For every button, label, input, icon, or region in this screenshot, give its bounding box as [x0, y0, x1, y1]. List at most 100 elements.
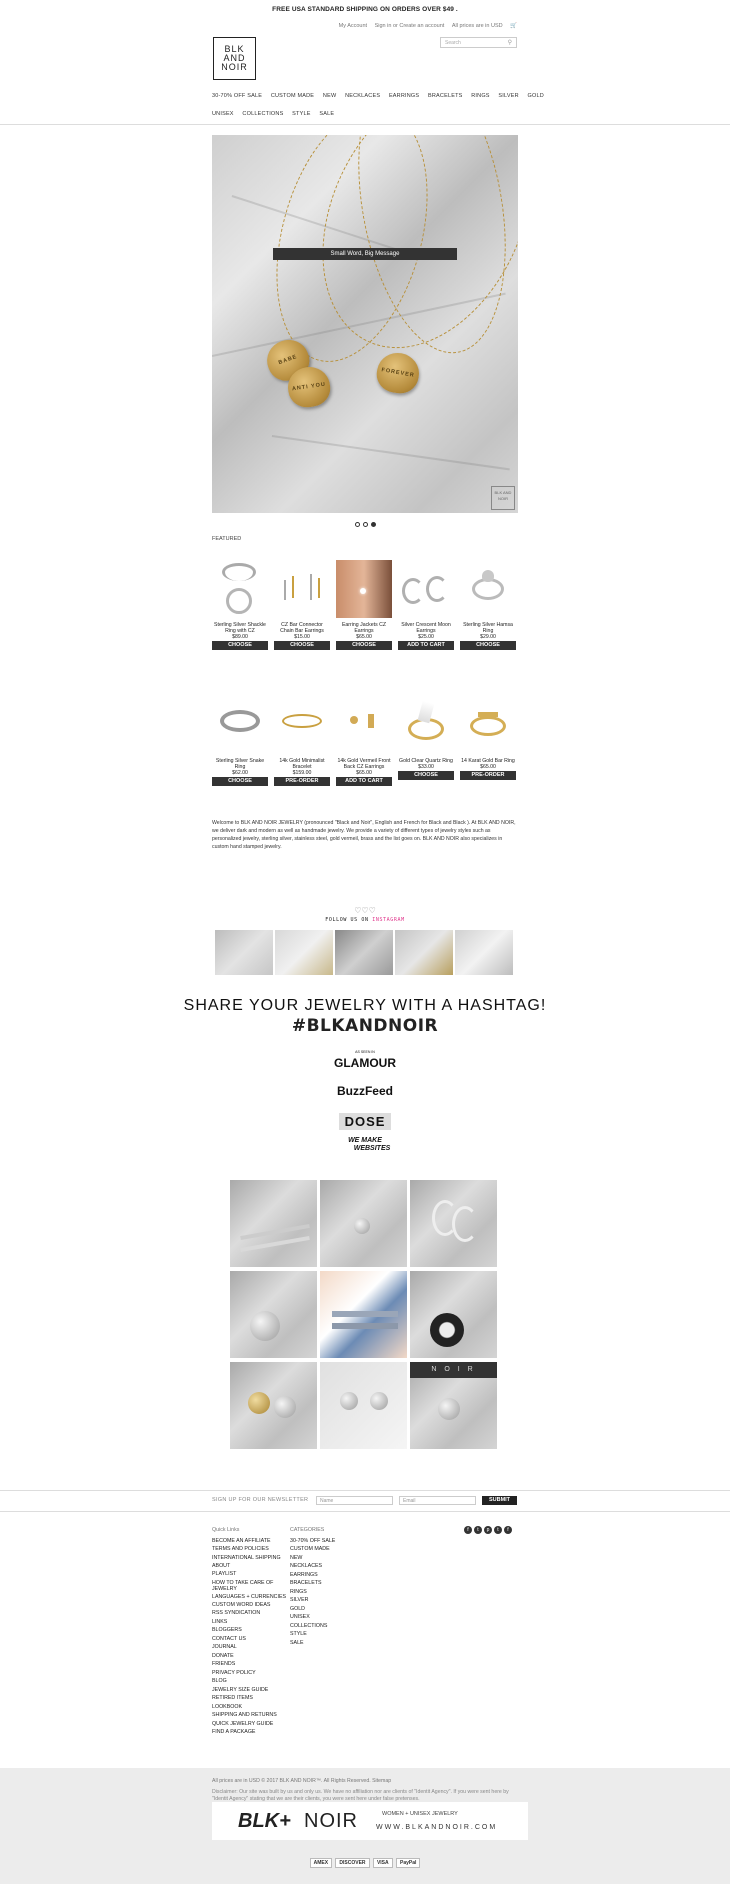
- gallery-photo[interactable]: N O I R: [410, 1362, 497, 1449]
- product-card[interactable]: 14k Gold Minimalist Bracelet $159.00 PRE…: [274, 696, 330, 786]
- my-account-link[interactable]: My Account: [339, 23, 367, 29]
- site-logo[interactable]: BLK AND NOIR: [213, 37, 256, 80]
- product-image[interactable]: [212, 560, 268, 618]
- product-card[interactable]: Gold Clear Quartz Ring $33.00 CHOOSE: [398, 696, 454, 780]
- newsletter-email-input[interactable]: Email: [399, 1496, 476, 1505]
- product-name[interactable]: CZ Bar Connector Chain Bar Earrings: [274, 622, 330, 634]
- product-image[interactable]: [274, 696, 330, 754]
- nav-item[interactable]: SALE: [319, 111, 334, 117]
- choose-button[interactable]: CHOOSE: [212, 641, 268, 650]
- footer-link[interactable]: HOW TO TAKE CARE OF JEWELRY: [212, 1579, 287, 1593]
- footer-category-link[interactable]: EARRINGS: [290, 1571, 360, 1580]
- product-name[interactable]: Sterling Silver Shackle Ring with CZ: [212, 622, 268, 634]
- nav-item[interactable]: 30-70% OFF SALE: [212, 93, 262, 99]
- instagram-photo[interactable]: [395, 930, 453, 975]
- product-image[interactable]: [460, 696, 516, 754]
- footer-link[interactable]: Privacy Policy: [212, 1669, 287, 1678]
- footer-category-link[interactable]: NEW: [290, 1554, 360, 1563]
- instagram-photo[interactable]: [275, 930, 333, 975]
- instagram-link[interactable]: INSTAGRAM: [372, 917, 405, 923]
- twitter-icon[interactable]: t: [474, 1526, 482, 1534]
- footer-category-link[interactable]: GOLD: [290, 1605, 360, 1614]
- choose-button[interactable]: CHOOSE: [212, 777, 268, 786]
- instagram-photo[interactable]: [335, 930, 393, 975]
- footer-link[interactable]: FIND A PACKAGE: [212, 1728, 287, 1737]
- choose-button[interactable]: CHOOSE: [336, 641, 392, 650]
- nav-item[interactable]: CUSTOM MADE: [271, 93, 314, 99]
- product-image[interactable]: [460, 560, 516, 618]
- product-card[interactable]: CZ Bar Connector Chain Bar Earrings $15.…: [274, 560, 330, 650]
- nav-item[interactable]: EARRINGS: [389, 93, 419, 99]
- hero-slide[interactable]: BABE ANTI YOU FOREVER Small Word, Big Me…: [212, 135, 518, 513]
- nav-item[interactable]: COLLECTIONS: [242, 111, 283, 117]
- slide-dot[interactable]: [354, 522, 360, 527]
- nav-item[interactable]: NECKLACES: [345, 93, 380, 99]
- gallery-photo[interactable]: [230, 1362, 317, 1449]
- slide-dot-active[interactable]: [370, 522, 376, 527]
- footer-category-link[interactable]: BRACELETS: [290, 1579, 360, 1588]
- footer-category-link[interactable]: COLLECTIONS: [290, 1622, 360, 1631]
- product-image[interactable]: [212, 696, 268, 754]
- product-name[interactable]: Silver Crescent Moon Earrings: [398, 622, 454, 634]
- footer-link[interactable]: INTERNATIONAL SHIPPING: [212, 1554, 287, 1562]
- product-name[interactable]: Earring Jackets CZ Earrings: [336, 622, 392, 634]
- pinterest-icon[interactable]: p: [484, 1526, 492, 1534]
- newsletter-name-input[interactable]: Name: [316, 1496, 393, 1505]
- footer-category-link[interactable]: STYLE: [290, 1630, 360, 1639]
- product-card[interactable]: Silver Crescent Moon Earrings $25.00 ADD…: [398, 560, 454, 650]
- product-name[interactable]: Sterling Silver Hamsa Ring: [460, 622, 516, 634]
- footer-link[interactable]: LANGUAGES + CURRENCIES: [212, 1593, 287, 1601]
- footer-link[interactable]: ABOUT: [212, 1562, 287, 1571]
- nav-item[interactable]: BRACELETS: [428, 93, 463, 99]
- add-to-cart-button[interactable]: ADD TO CART: [336, 777, 392, 786]
- facebook-icon[interactable]: f: [504, 1526, 512, 1534]
- footer-link[interactable]: BLOGGERS: [212, 1626, 287, 1635]
- search-input[interactable]: Search ⚲: [440, 37, 517, 48]
- gallery-photo[interactable]: [320, 1271, 407, 1358]
- footer-category-link[interactable]: CUSTOM MADE: [290, 1545, 360, 1554]
- nav-item[interactable]: GOLD: [528, 93, 544, 99]
- footer-link[interactable]: CUSTOM WORD IDEAS: [212, 1601, 287, 1610]
- footer-category-link[interactable]: SALE: [290, 1639, 360, 1648]
- choose-button[interactable]: CHOOSE: [460, 641, 516, 650]
- nav-item[interactable]: RINGS: [471, 93, 489, 99]
- footer-category-link[interactable]: 30-70% OFF SALE: [290, 1537, 360, 1546]
- footer-link[interactable]: RSS Syndication: [212, 1609, 287, 1618]
- cart-icon[interactable]: 🛒: [510, 23, 517, 29]
- footer-category-link[interactable]: NECKLACES: [290, 1562, 360, 1571]
- footer-link[interactable]: FRIENDS: [212, 1660, 287, 1669]
- product-card[interactable]: Sterling Silver Shackle Ring with CZ $89…: [212, 560, 268, 650]
- nav-item[interactable]: UNISEX: [212, 111, 234, 117]
- choose-button[interactable]: CHOOSE: [398, 771, 454, 780]
- facebook-icon[interactable]: f: [464, 1526, 472, 1534]
- footer-link[interactable]: PLAYLIST: [212, 1570, 287, 1579]
- submit-button[interactable]: SUBMIT: [482, 1496, 517, 1505]
- pre-order-button[interactable]: PRE-ORDER: [460, 771, 516, 780]
- choose-button[interactable]: CHOOSE: [274, 641, 330, 650]
- footer-category-link[interactable]: RINGS: [290, 1588, 360, 1597]
- footer-link[interactable]: RETIRED ITEMS: [212, 1694, 287, 1703]
- footer-link[interactable]: SHIPPING AND RETURNS: [212, 1711, 287, 1720]
- product-card[interactable]: Sterling Silver Hamsa Ring $29.00 CHOOSE: [460, 560, 516, 650]
- footer-link[interactable]: QUICK JEWELRY GUIDE: [212, 1720, 287, 1729]
- footer-link[interactable]: LINKS: [212, 1618, 287, 1627]
- product-name[interactable]: Sterling Silver Snake Ring: [212, 758, 268, 770]
- instagram-photo[interactable]: [455, 930, 513, 975]
- product-card[interactable]: Earring Jackets CZ Earrings $65.00 CHOOS…: [336, 560, 392, 650]
- nav-item[interactable]: STYLE: [292, 111, 310, 117]
- sign-in-link[interactable]: Sign in or Create an account: [375, 23, 445, 29]
- product-image[interactable]: [398, 696, 454, 754]
- product-name[interactable]: 14k Gold Minimalist Bracelet: [274, 758, 330, 770]
- tumblr-icon[interactable]: t: [494, 1526, 502, 1534]
- product-image[interactable]: [336, 560, 392, 618]
- nav-item[interactable]: NEW: [323, 93, 336, 99]
- gallery-photo[interactable]: [410, 1271, 497, 1358]
- product-card[interactable]: 14k Gold Vermeil Front Back CZ Earrings …: [336, 696, 392, 786]
- footer-link[interactable]: DONATE: [212, 1652, 287, 1661]
- nav-item[interactable]: SILVER: [498, 93, 518, 99]
- gallery-photo[interactable]: [410, 1180, 497, 1267]
- slide-dot[interactable]: [362, 522, 368, 527]
- footer-category-link[interactable]: SILVER: [290, 1596, 360, 1605]
- gallery-photo[interactable]: [320, 1362, 407, 1449]
- product-image[interactable]: [336, 696, 392, 754]
